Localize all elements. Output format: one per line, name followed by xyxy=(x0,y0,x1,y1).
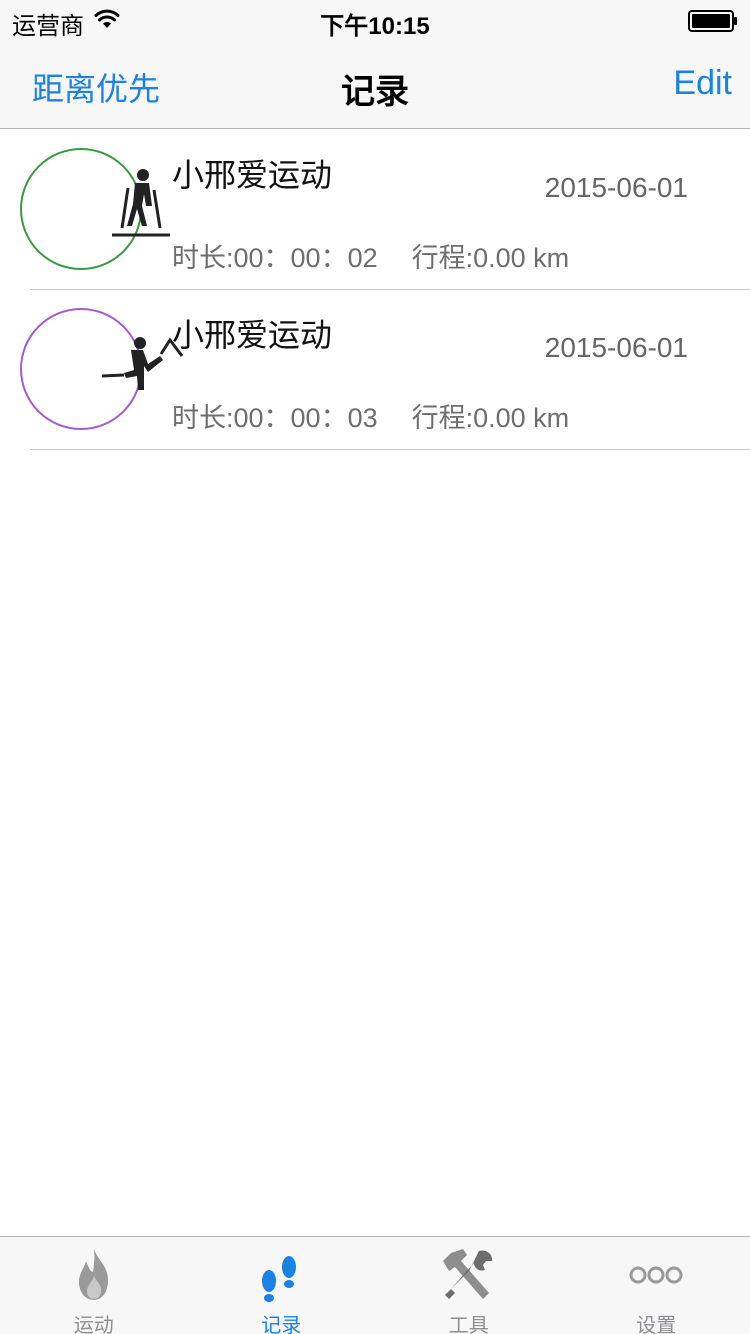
tab-records[interactable]: 记录 xyxy=(188,1237,376,1334)
tab-label: 工具 xyxy=(448,1315,489,1334)
more-icon xyxy=(629,1266,683,1284)
tab-tools[interactable]: 工具 xyxy=(375,1237,563,1334)
tab-sport[interactable]: 运动 xyxy=(0,1237,188,1334)
record-title: 小邢爱运动 xyxy=(172,157,333,193)
record-stats: 时长:00：00：03 行程:0.00 km xyxy=(172,396,569,435)
record-row[interactable]: 小邢爱运动 2015-06-01 时长:00：00：02 行程:0.00 km xyxy=(0,130,750,290)
footprints-icon xyxy=(262,1256,297,1302)
tab-settings[interactable]: 设置 xyxy=(563,1237,750,1334)
record-title: 小邢爱运动 xyxy=(172,317,333,353)
clock: 下午10:15 xyxy=(320,13,430,40)
navigation-bar: 距离优先 记录 Edit xyxy=(0,40,750,129)
record-distance: 行程:0.00 km xyxy=(411,243,570,273)
row-divider xyxy=(30,449,750,450)
record-duration: 时长:00：00：03 xyxy=(172,403,378,433)
status-bar: 运营商 下午10:15 xyxy=(0,0,750,40)
tab-bar: 运动 记录 工具 设置 xyxy=(0,1236,750,1334)
record-stats: 时长:00：00：02 行程:0.00 km xyxy=(172,236,569,275)
record-date: 2015-06-01 xyxy=(544,332,688,363)
tab-label: 运动 xyxy=(73,1315,114,1334)
records-list: 小邢爱运动 2015-06-01 时长:00：00：02 行程:0.00 km 小… xyxy=(0,130,750,450)
edit-button[interactable]: Edit xyxy=(673,64,732,103)
tab-label: 记录 xyxy=(261,1315,302,1334)
flame-icon xyxy=(78,1249,108,1300)
sort-by-distance-button[interactable]: 距离优先 xyxy=(32,64,160,110)
battery-icon xyxy=(688,10,737,32)
record-date: 2015-06-01 xyxy=(544,172,688,203)
record-distance: 行程:0.00 km xyxy=(411,403,570,433)
tools-icon xyxy=(442,1249,492,1299)
record-duration: 时长:00：00：02 xyxy=(172,243,378,273)
record-row[interactable]: 小邢爱运动 2015-06-01 时长:00：00：03 行程:0.00 km xyxy=(0,290,750,450)
tab-label: 设置 xyxy=(636,1315,677,1334)
